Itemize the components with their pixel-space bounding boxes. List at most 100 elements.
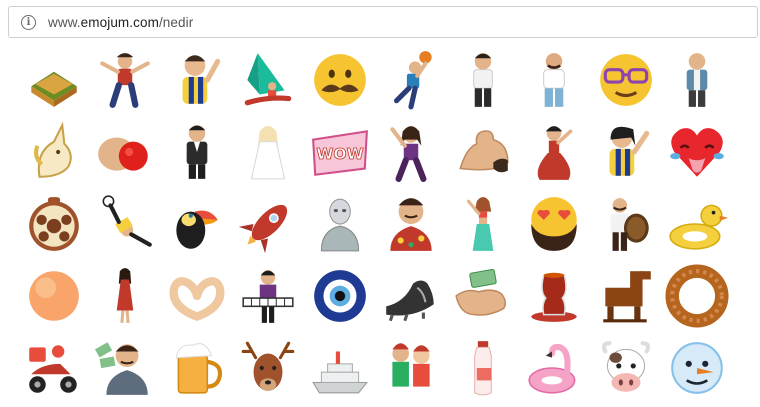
emoji-cell[interactable] <box>376 332 448 404</box>
emoji-cell[interactable] <box>233 44 305 116</box>
evil-eye-bead-icon <box>313 270 366 322</box>
emoji-cell[interactable] <box>18 116 90 188</box>
emoji-cell[interactable] <box>233 332 305 404</box>
emoji-cell[interactable] <box>18 44 90 116</box>
emoji-cell[interactable] <box>376 188 448 260</box>
flamenco-dancer-icon <box>537 126 573 180</box>
trojan-horse-icon <box>603 271 651 323</box>
url-host: emojum.com <box>80 14 159 30</box>
man-standing-icon <box>472 53 493 107</box>
peach-icon <box>28 271 79 321</box>
toucan-icon <box>176 210 218 249</box>
emoji-cell[interactable] <box>447 260 519 332</box>
basketball-player-icon <box>394 51 432 110</box>
woman-red-dress-icon <box>116 268 134 323</box>
milk-bottle-icon <box>473 341 492 396</box>
emoji-cell[interactable] <box>590 332 662 404</box>
man-tanktop-icon <box>543 53 566 107</box>
emoji-cell[interactable] <box>90 116 162 188</box>
emoji-cell[interactable] <box>18 188 90 260</box>
keyboard-player-icon <box>242 270 294 323</box>
emoji-cell[interactable] <box>447 116 519 188</box>
emoji-cell[interactable] <box>161 260 233 332</box>
emoji-cell[interactable] <box>90 260 162 332</box>
hand-red-ball-icon <box>98 137 148 171</box>
url-text[interactable]: www.emojum.com/nedir <box>48 15 193 30</box>
emoji-cell[interactable] <box>161 116 233 188</box>
emoji-cell[interactable] <box>447 332 519 404</box>
windsurfer-icon <box>245 53 292 106</box>
url-prefix: www. <box>48 14 81 30</box>
emoji-cell[interactable] <box>447 44 519 116</box>
simit-icon <box>665 264 729 328</box>
emoji-cell[interactable] <box>519 188 591 260</box>
robot-bust-icon <box>320 198 359 252</box>
emoji-cell[interactable] <box>161 44 233 116</box>
turkish-tea-icon <box>531 272 577 322</box>
info-circle-icon[interactable]: i <box>21 14 36 30</box>
emoji-cell[interactable] <box>304 260 376 332</box>
delivery-scooter-icon <box>28 345 77 393</box>
arm-flex-icon <box>459 130 509 173</box>
emoji-cell[interactable] <box>662 260 734 332</box>
emoji-cell[interactable]: WOW <box>304 116 376 188</box>
emoji-cell[interactable] <box>519 260 591 332</box>
emoji-cell[interactable] <box>376 116 448 188</box>
emoji-cell[interactable] <box>519 44 591 116</box>
snowman-face-icon <box>671 342 724 394</box>
beer-mug-icon <box>175 343 222 394</box>
emoji-cell[interactable] <box>662 116 734 188</box>
wow-sign-icon: WOW <box>311 130 368 176</box>
emoji-cell[interactable] <box>447 188 519 260</box>
emoji-cell[interactable] <box>304 188 376 260</box>
emoji-grid: WOW <box>18 44 758 404</box>
emoji-cell[interactable] <box>590 260 662 332</box>
emoji-cell[interactable] <box>590 116 662 188</box>
deer-icon <box>241 341 295 391</box>
emoji-cell[interactable] <box>376 44 448 116</box>
flamingo-float-icon <box>528 343 576 394</box>
hippie-dancer-icon <box>390 126 427 182</box>
emoji-cell[interactable] <box>161 188 233 260</box>
emoji-cell[interactable] <box>18 332 90 404</box>
ship-icon <box>311 351 368 394</box>
emoji-cell[interactable] <box>233 260 305 332</box>
emoji-cell[interactable] <box>662 188 734 260</box>
address-bar[interactable]: i www.emojum.com/nedir <box>8 6 758 38</box>
emoji-cell[interactable] <box>90 188 162 260</box>
football-fan-woman-icon <box>609 126 649 176</box>
emoji-cell[interactable] <box>304 44 376 116</box>
belly-dancer-icon <box>466 197 494 251</box>
emoji-cell[interactable] <box>90 332 162 404</box>
emoji-cell[interactable] <box>590 44 662 116</box>
hands-heart-icon <box>169 277 225 321</box>
man-cardigan-icon <box>686 53 708 107</box>
emoji-cell[interactable] <box>90 44 162 116</box>
baklava-icon <box>31 71 77 107</box>
hand-money-icon <box>455 268 506 316</box>
emoji-cell[interactable] <box>662 44 734 116</box>
url-path: /nedir <box>158 14 194 30</box>
rocket-icon <box>239 204 288 254</box>
football-boot-icon <box>386 280 434 322</box>
bicycle-kick-icon <box>102 195 153 247</box>
bride-icon <box>251 126 286 180</box>
emoji-cell[interactable] <box>662 332 734 404</box>
emoji-cell[interactable] <box>519 332 591 404</box>
emoji-cell[interactable] <box>233 188 305 260</box>
emoji-cell[interactable] <box>233 116 305 188</box>
emoji-cell[interactable] <box>161 332 233 404</box>
rubber-duck-float-icon <box>669 204 729 250</box>
emoji-cell[interactable] <box>376 260 448 332</box>
santa-couple-icon <box>392 343 430 387</box>
mustache-face-icon <box>313 54 366 106</box>
dancer-man-icon <box>100 53 151 108</box>
meatball-plate-icon <box>28 197 79 251</box>
emoji-cell[interactable] <box>519 116 591 188</box>
drummer-icon <box>610 198 649 251</box>
emoji-cell[interactable] <box>590 188 662 260</box>
emoji-cell[interactable] <box>304 332 376 404</box>
heart-tongue-crying-icon <box>670 128 725 177</box>
cow-icon <box>601 341 650 392</box>
emoji-cell[interactable] <box>18 260 90 332</box>
